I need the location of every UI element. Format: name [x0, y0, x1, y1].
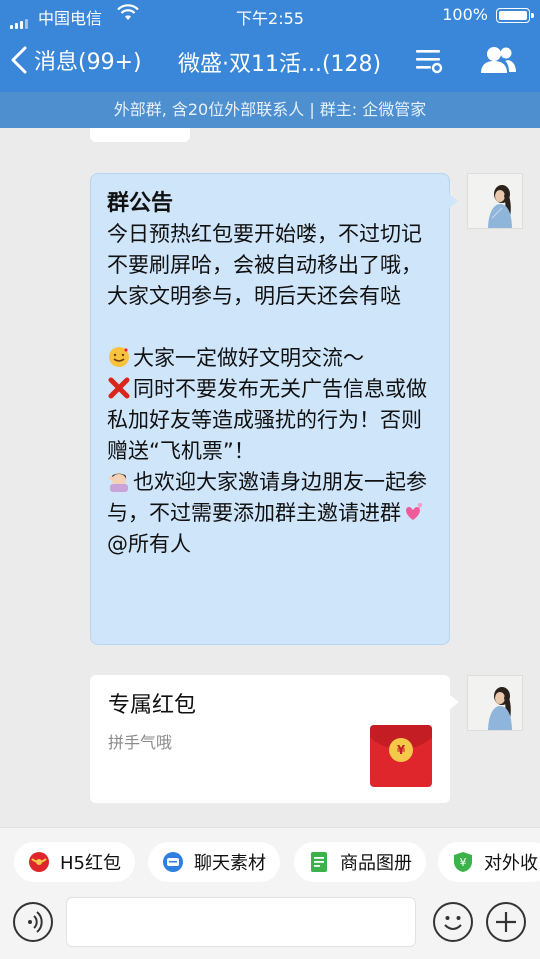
quick-action-chat-material[interactable]: 聊天素材	[148, 842, 280, 882]
previous-message-bubble[interactable]	[90, 128, 190, 142]
user-avatar-icon	[468, 676, 522, 730]
red-envelope-icon: ¥	[370, 725, 432, 787]
yuan-symbol: ¥	[389, 738, 413, 762]
red-packet-title: 专属红包	[108, 693, 197, 718]
announcement-line: 也欢迎大家邀请身边朋友一起参与，不过需要添加群主邀请进群	[107, 470, 427, 525]
announcement-text: 今日预热红包要开始喽，不过切记不要刷屏哈，会被自动移出了哦，大家文明参与，明后天…	[107, 222, 422, 308]
mention-all: @所有人	[107, 532, 191, 556]
navigation-bar: 消息(99+) 微盛·双11活...(128)	[0, 30, 540, 92]
catalog-icon	[311, 852, 327, 872]
battery-icon	[496, 8, 534, 23]
announcement-line: 同时不要发布无关广告信息或做私加好友等造成骚扰的行为！否则赠送“飞机票”！	[107, 377, 427, 463]
woman-raising-hand-emoji-icon	[109, 473, 128, 492]
avatar[interactable]	[467, 173, 523, 229]
two-hearts-emoji-icon	[406, 503, 423, 520]
back-button[interactable]: 消息(99+)	[10, 44, 142, 76]
quick-actions-bar[interactable]: H5红包 聊天素材 商品图册 ¥ 对外收	[0, 827, 540, 893]
cross-mark-icon	[108, 377, 130, 399]
group-members-icon[interactable]	[478, 44, 518, 76]
quick-action-payment[interactable]: ¥ 对外收	[438, 842, 540, 882]
quick-action-catalog[interactable]: 商品图册	[294, 842, 426, 882]
group-settings-icon[interactable]	[414, 45, 444, 75]
announcement-line: 大家一定做好文明交流～	[107, 343, 435, 374]
emoji-icon	[444, 916, 462, 930]
status-bar: 中国电信 下午2:55 100%	[0, 0, 540, 30]
input-bar	[0, 893, 540, 959]
quick-action-h5-red-packet[interactable]: H5红包	[14, 842, 135, 882]
more-button[interactable]	[486, 902, 526, 942]
back-label: 消息(99+)	[34, 50, 142, 75]
avatar[interactable]	[467, 675, 523, 731]
payment-icon: ¥	[454, 852, 472, 872]
chat-area[interactable]: 群公告 今日预热红包要开始喽，不过切记不要刷屏哈，会被自动移出了哦，大家文明参与…	[0, 128, 540, 827]
chevron-left-icon	[11, 46, 27, 74]
voice-input-button[interactable]	[13, 902, 53, 942]
chat-title: 微盛·双11活...(128)	[178, 52, 382, 77]
plus-icon	[496, 912, 516, 932]
message-input[interactable]	[66, 897, 416, 947]
smiling-hearts-emoji-icon	[109, 347, 129, 367]
svg-text:¥: ¥	[460, 856, 467, 869]
user-avatar-icon	[468, 174, 522, 228]
group-info-bar[interactable]: 外部群, 含20位外部联系人 | 群主: 企微管家	[0, 92, 540, 128]
battery-percent: 100%	[442, 5, 488, 24]
red-packet-icon	[29, 852, 49, 872]
emoji-button[interactable]	[433, 902, 473, 942]
announcement-bubble[interactable]: 群公告 今日预热红包要开始喽，不过切记不要刷屏哈，会被自动移出了哦，大家文明参与…	[90, 173, 458, 645]
red-packet-card[interactable]: 专属红包 拼手气哦 ¥	[90, 675, 459, 803]
voice-icon	[28, 911, 43, 933]
chat-material-icon	[163, 852, 183, 872]
announcement-title: 群公告	[107, 191, 174, 216]
